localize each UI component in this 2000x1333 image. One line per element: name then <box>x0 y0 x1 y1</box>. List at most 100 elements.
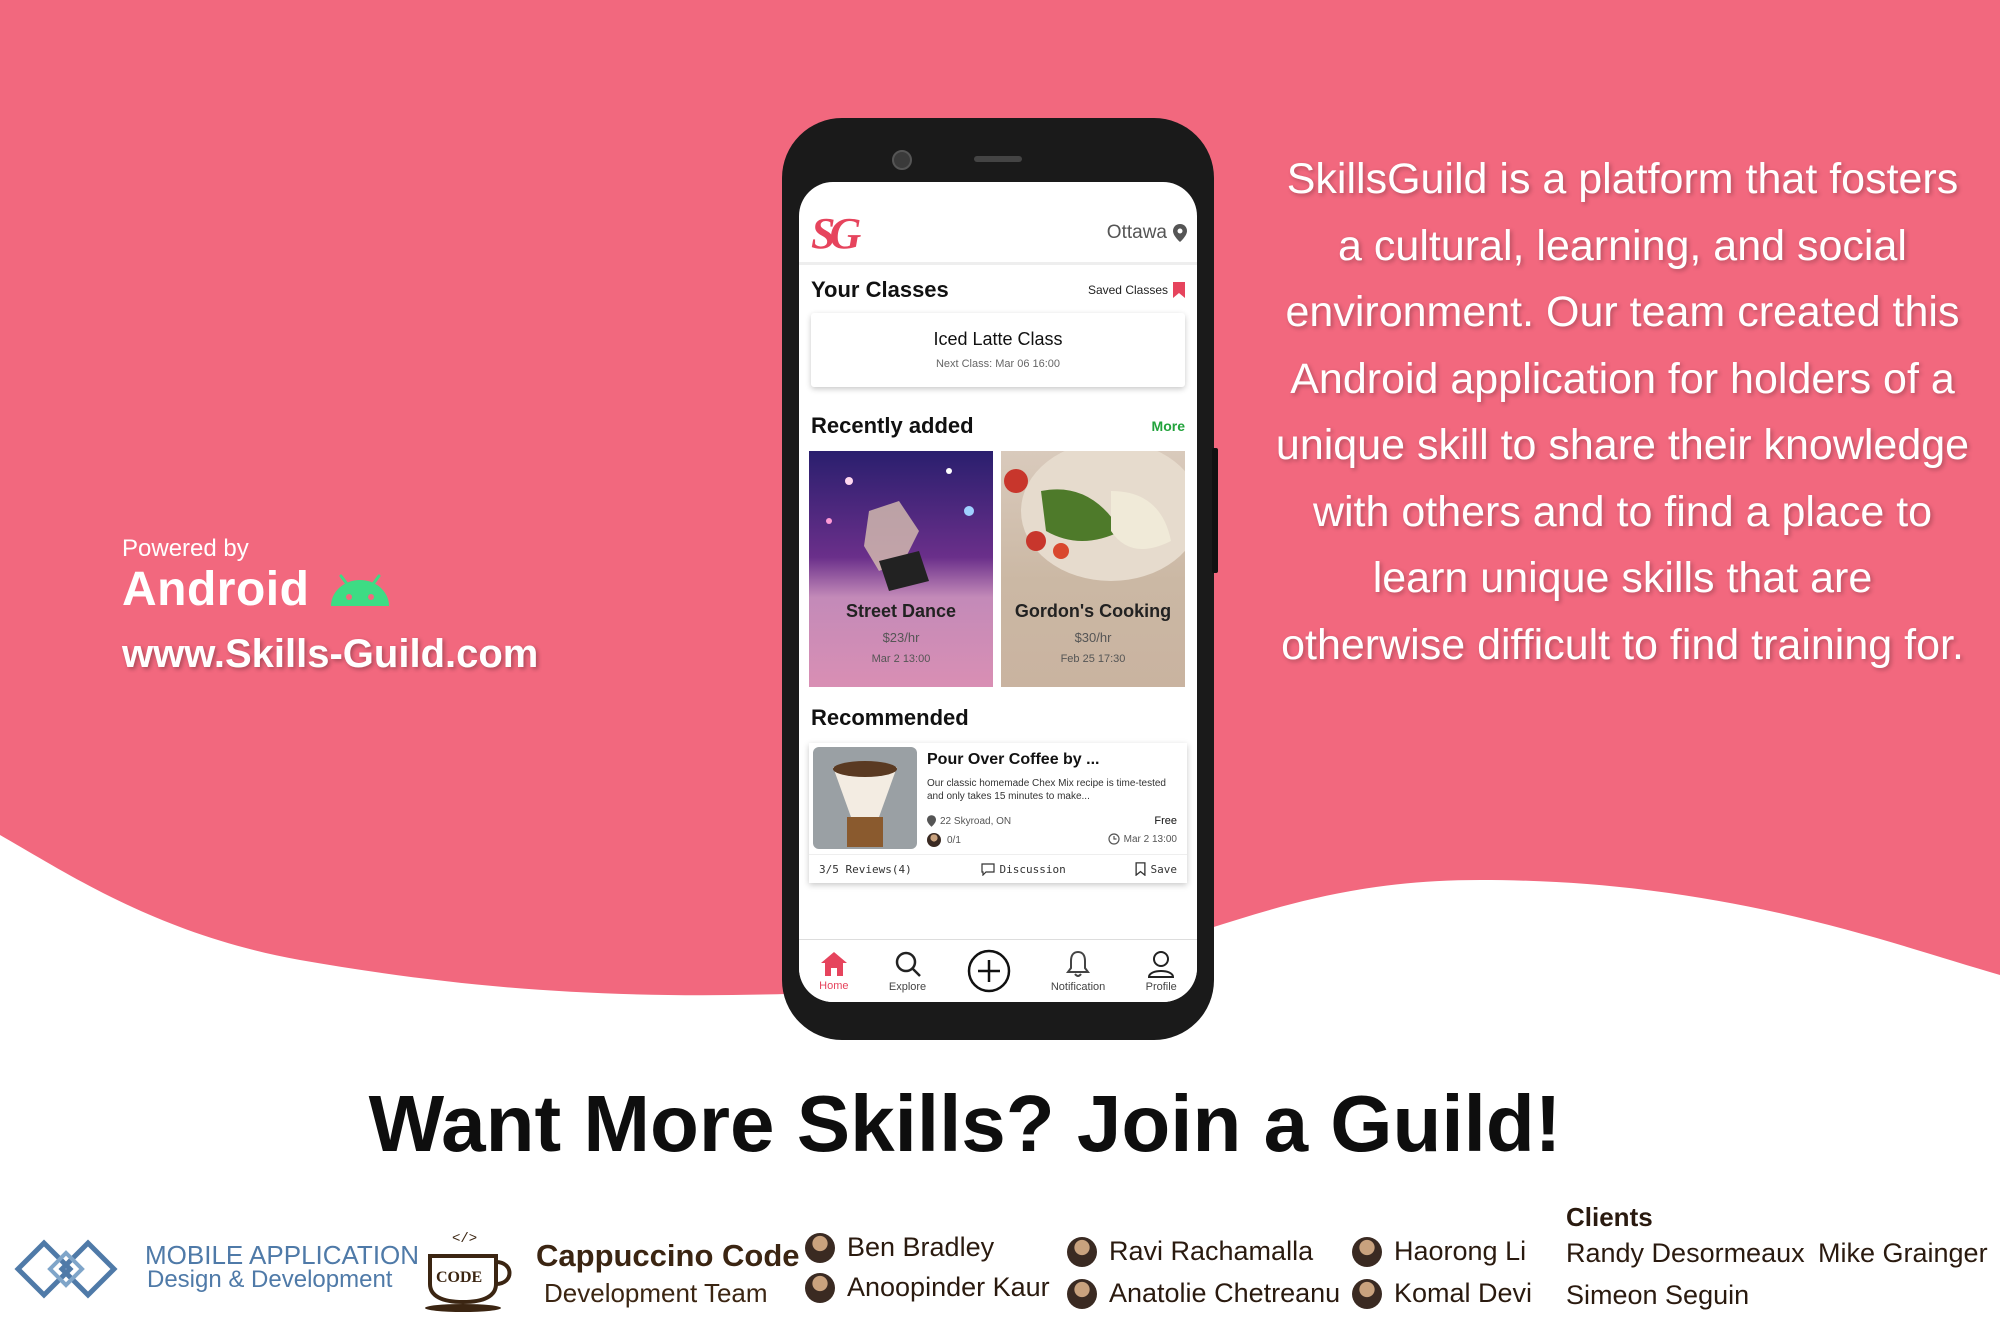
skillsguild-logo[interactable]: SG <box>811 208 861 259</box>
recommended-card-description: Our classic homemade Chex Mix recipe is … <box>927 778 1166 802</box>
class-card[interactable]: Iced Latte Class Next Class: Mar 06 16:0… <box>811 313 1185 387</box>
svg-text:</>: </> <box>452 1231 477 1247</box>
class-next-time: Next Class: Mar 06 16:00 <box>935 358 1061 370</box>
bell-icon <box>1066 950 1091 977</box>
avatar <box>1067 1236 1097 1267</box>
recommended-card-price: Free <box>1154 815 1177 827</box>
host-avatar <box>927 833 941 847</box>
phone-mockup: SG Ottawa Your Classes Saved Classes Ice… <box>782 118 1218 1040</box>
team-subtitle: Development Team <box>544 1278 768 1308</box>
reviews-link[interactable]: 3/5 Reviews(4) <box>819 863 912 876</box>
mobile-app-design-logo-icon <box>14 1239 118 1299</box>
website-link[interactable]: www.Skills-Guild.com <box>122 632 538 677</box>
client-name: Mike Grainger <box>1818 1238 1988 1268</box>
recently-added-title: Recently added <box>811 413 974 438</box>
recent-card-gordons-cooking[interactable]: Gordon's Cooking $30/hr Feb 25 17:30 <box>1001 451 1185 687</box>
clock-icon <box>1108 833 1120 845</box>
recommended-title: Recommended <box>811 705 969 730</box>
time-text: Mar 2 13:00 <box>1123 833 1177 845</box>
nav-add[interactable] <box>967 949 1011 993</box>
chat-icon <box>981 862 996 876</box>
nav-label: Profile <box>1145 980 1177 993</box>
discussion-button[interactable]: Discussion <box>981 862 1066 876</box>
avatar <box>805 1272 835 1303</box>
nav-home[interactable]: Home <box>819 951 849 992</box>
nav-explore[interactable]: Explore <box>889 950 926 993</box>
nav-label: Notification <box>1050 980 1106 993</box>
recommended-card-actions: 3/5 Reviews(4) Discussion Save <box>809 854 1187 883</box>
more-link[interactable]: More <box>1152 418 1185 434</box>
team-member: Haorong Li <box>1352 1236 1526 1267</box>
save-label: Save <box>1150 862 1177 876</box>
add-circle-icon <box>967 949 1010 993</box>
power-button <box>1212 448 1218 573</box>
recent-card-date: Mar 2 13:00 <box>871 653 931 665</box>
app-bar: SG Ottawa <box>799 204 1197 265</box>
class-name: Iced Latte Class <box>933 329 1063 349</box>
android-brand: Android <box>122 562 393 617</box>
member-name: Anoopinder Kaur <box>847 1272 1050 1302</box>
client-name: Randy Desormeaux <box>1566 1238 1805 1268</box>
person-icon <box>1148 950 1175 978</box>
bottom-navigation: Home Explore Notification Profile <box>799 939 1197 1002</box>
code-badge-text: CODE <box>436 1269 482 1286</box>
team-member: Komal Devi <box>1352 1278 1532 1309</box>
app-screen: SG Ottawa Your Classes Saved Classes Ice… <box>799 182 1197 1002</box>
location-selector[interactable]: Ottawa <box>1107 222 1187 244</box>
member-name: Ravi Rachamalla <box>1109 1236 1314 1266</box>
location-label: Ottawa <box>1106 222 1167 243</box>
nav-profile[interactable]: Profile <box>1146 950 1177 993</box>
your-classes-title: Your Classes <box>811 277 949 302</box>
recommended-card-location: 22 Skyroad, ON <box>927 815 1011 827</box>
recent-card-street-dance[interactable]: Street Dance $23/hr Mar 2 13:00 <box>809 451 993 687</box>
location-pin-icon <box>1173 224 1187 242</box>
status-bar <box>799 182 1197 204</box>
team-member: Ravi Rachamalla <box>1067 1236 1313 1267</box>
recent-card-price: $23/hr <box>882 630 920 645</box>
nav-label: Home <box>819 979 849 992</box>
earpiece-speaker <box>974 156 1022 162</box>
about-description: SkillsGuild is a platform that fosters a… <box>1275 155 1970 669</box>
nav-label: Explore <box>888 980 927 993</box>
saved-classes-link[interactable]: Saved Classes <box>1088 282 1185 298</box>
headline: Want More Skills? Join a Guild! <box>368 1079 1562 1168</box>
avatar <box>1352 1236 1382 1267</box>
location-text: 22 Skyroad, ON <box>940 815 1012 827</box>
android-robot-icon <box>331 574 390 606</box>
member-name: Anatolie Chetreanu <box>1109 1278 1341 1308</box>
avatar <box>1352 1278 1382 1309</box>
your-classes-header: Your Classes Saved Classes <box>799 277 1197 303</box>
location-pin-icon <box>927 815 936 827</box>
recommended-card-seats: 0/1 <box>927 833 961 847</box>
nav-notification[interactable]: Notification <box>1051 950 1105 993</box>
recent-card-title: Street Dance <box>845 601 957 621</box>
android-label: Android <box>122 563 310 616</box>
avatar <box>1067 1278 1097 1309</box>
recommended-card-title: Pour Over Coffee by ... <box>927 751 1100 768</box>
seats-text: 0/1 <box>947 834 961 846</box>
coffee-photo <box>813 747 917 849</box>
saved-classes-label: Saved Classes <box>1087 283 1168 297</box>
clients-title: Clients <box>1566 1202 1653 1232</box>
save-button[interactable]: Save <box>1135 862 1177 876</box>
member-name: Ben Bradley <box>847 1232 995 1262</box>
team-name: Cappuccino Code <box>536 1238 800 1273</box>
cappuccino-code-cup-icon: </> CODE <box>425 1231 512 1312</box>
mobile-app-line2: Design & Development <box>147 1266 393 1293</box>
team-member: Anatolie Chetreanu <box>1067 1278 1340 1309</box>
avatar <box>805 1232 835 1263</box>
recent-card-price: $30/hr <box>1074 630 1112 645</box>
recommended-card-time: Mar 2 13:00 <box>1108 833 1177 845</box>
recommended-header: Recommended <box>799 705 1197 731</box>
powered-by-label: Powered by <box>122 535 249 562</box>
discussion-label: Discussion <box>999 862 1066 876</box>
recently-added-list: Street Dance $23/hr Mar 2 13:00 Gordon's… <box>799 451 1197 687</box>
search-icon <box>895 951 921 977</box>
client-name: Simeon Seguin <box>1566 1280 1750 1310</box>
recently-added-header: Recently added More <box>799 413 1197 439</box>
team-member: Ben Bradley <box>805 1232 994 1263</box>
team-member: Anoopinder Kaur <box>805 1272 1050 1303</box>
recommended-card[interactable]: Pour Over Coffee by ... Our classic home… <box>809 743 1187 883</box>
recent-card-title: Gordon's Cooking <box>1014 601 1172 621</box>
member-name: Komal Devi <box>1394 1278 1533 1308</box>
